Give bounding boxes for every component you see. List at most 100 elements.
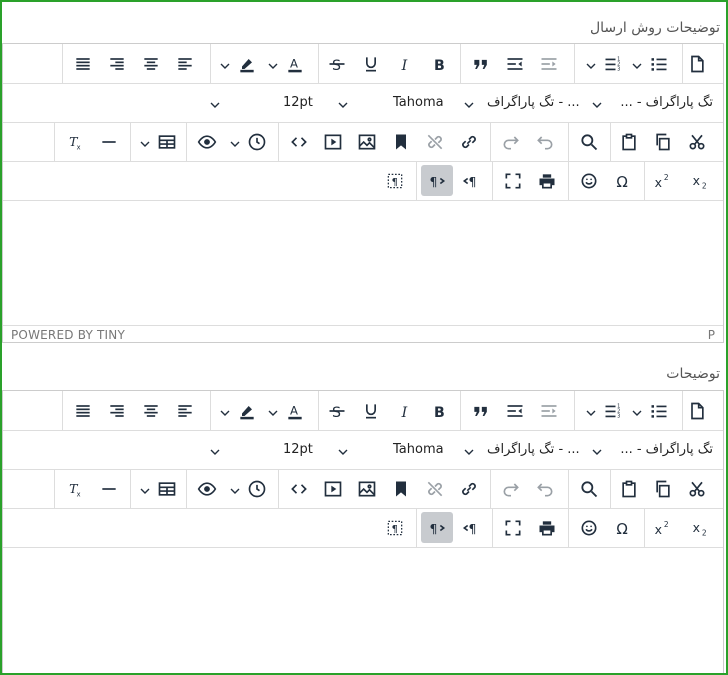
numbered-list-dropdown[interactable] <box>631 57 643 69</box>
insert-image-button[interactable] <box>351 126 383 157</box>
text-color-dropdown[interactable] <box>267 57 279 69</box>
datetime-dropdown[interactable] <box>229 135 241 147</box>
outdent-button[interactable] <box>533 48 565 79</box>
source-code-button[interactable] <box>283 473 315 504</box>
bullet-list-dropdown[interactable] <box>585 57 597 69</box>
paragraph-format-select[interactable]: تگ پاراگراف - ... <box>603 430 713 469</box>
highlight-color-button[interactable] <box>231 395 263 426</box>
table-button[interactable] <box>151 473 183 504</box>
redo-button[interactable] <box>495 126 527 157</box>
font-size-dropdown[interactable] <box>337 96 349 108</box>
horizontal-line-button[interactable] <box>93 126 125 157</box>
bold-button[interactable]: B <box>423 48 455 79</box>
copy-button[interactable] <box>647 473 679 504</box>
cut-button[interactable] <box>681 473 713 504</box>
insert-datetime-button[interactable] <box>241 126 273 157</box>
link-button[interactable] <box>453 126 485 157</box>
undo-button[interactable] <box>529 473 561 504</box>
show-blocks-button[interactable]: ¶ <box>379 512 411 543</box>
italic-button[interactable]: I <box>389 48 421 79</box>
insert-media-button[interactable] <box>317 126 349 157</box>
search-replace-button[interactable] <box>573 473 605 504</box>
rtl-direction-button[interactable]: ¶ <box>455 512 487 543</box>
editor-content-area[interactable] <box>3 548 723 673</box>
element-path[interactable]: P <box>708 328 715 342</box>
text-color-button[interactable]: A <box>279 395 311 426</box>
subscript-button[interactable]: x2 <box>685 165 717 196</box>
rtl-direction-button[interactable]: ¶ <box>455 165 487 196</box>
source-code-button[interactable] <box>283 126 315 157</box>
placeholder-select[interactable]: تگ پاراگراف - ... <box>487 83 580 122</box>
paste-button[interactable] <box>613 126 645 157</box>
align-center-button[interactable] <box>135 48 167 79</box>
underline-button[interactable] <box>355 48 387 79</box>
show-blocks-button[interactable]: ¶ <box>379 165 411 196</box>
align-right-button[interactable] <box>101 395 133 426</box>
format-dropdown[interactable] <box>209 96 221 108</box>
link-button[interactable] <box>453 473 485 504</box>
horizontal-line-button[interactable] <box>93 473 125 504</box>
print-button[interactable] <box>531 165 563 196</box>
font-family-dropdown[interactable] <box>463 96 475 108</box>
preview-button[interactable] <box>191 126 223 157</box>
cut-button[interactable] <box>681 126 713 157</box>
datetime-dropdown[interactable] <box>229 482 241 494</box>
new-document-button[interactable] <box>681 395 713 426</box>
bullet-list-button[interactable] <box>643 395 675 426</box>
font-size-select[interactable]: 12pt <box>283 83 323 122</box>
indent-button[interactable] <box>499 395 531 426</box>
text-color-button[interactable]: A <box>279 48 311 79</box>
numbered-list-dropdown[interactable] <box>631 404 643 416</box>
align-center-button[interactable] <box>135 395 167 426</box>
emoticons-button[interactable] <box>573 512 605 543</box>
bold-button[interactable]: B <box>423 395 455 426</box>
numbered-list-button[interactable]: 123 <box>597 48 629 79</box>
blockquote-button[interactable] <box>465 395 497 426</box>
table-button[interactable] <box>151 126 183 157</box>
emoticons-button[interactable] <box>573 165 605 196</box>
font-family-select[interactable]: Tahoma <box>393 83 453 122</box>
search-replace-button[interactable] <box>573 126 605 157</box>
font-family-select[interactable]: Tahoma <box>393 430 453 469</box>
insert-image-button[interactable] <box>351 473 383 504</box>
unlink-button[interactable] <box>419 473 451 504</box>
outdent-button[interactable] <box>533 395 565 426</box>
insert-media-button[interactable] <box>317 473 349 504</box>
undo-button[interactable] <box>529 126 561 157</box>
font-size-dropdown[interactable] <box>337 443 349 455</box>
copy-button[interactable] <box>647 126 679 157</box>
print-button[interactable] <box>531 512 563 543</box>
bullet-list-button[interactable] <box>643 48 675 79</box>
strikethrough-button[interactable]: S <box>321 395 353 426</box>
paragraph-format-select[interactable]: تگ پاراگراف - ... <box>603 83 713 122</box>
superscript-button[interactable]: x2 <box>647 165 679 196</box>
highlight-color-dropdown[interactable] <box>219 57 231 69</box>
paste-button[interactable] <box>613 473 645 504</box>
bullet-list-dropdown[interactable] <box>585 404 597 416</box>
italic-button[interactable]: I <box>389 395 421 426</box>
align-justify-button[interactable] <box>67 48 99 79</box>
align-justify-button[interactable] <box>67 395 99 426</box>
special-character-button[interactable]: Ω <box>607 165 639 196</box>
ltr-direction-button[interactable]: ¶ <box>421 512 453 543</box>
redo-button[interactable] <box>495 473 527 504</box>
bookmark-button[interactable] <box>385 126 417 157</box>
insert-datetime-button[interactable] <box>241 473 273 504</box>
highlight-color-button[interactable] <box>231 48 263 79</box>
format-dropdown[interactable] <box>209 443 221 455</box>
paragraph-format-dropdown[interactable] <box>591 96 603 108</box>
font-size-select[interactable]: 12pt <box>283 430 323 469</box>
paragraph-format-dropdown[interactable] <box>591 443 603 455</box>
align-right-button[interactable] <box>101 48 133 79</box>
align-left-button[interactable] <box>169 395 201 426</box>
superscript-button[interactable]: x2 <box>647 512 679 543</box>
table-dropdown[interactable] <box>139 482 151 494</box>
fullscreen-button[interactable] <box>497 165 529 196</box>
align-left-button[interactable] <box>169 48 201 79</box>
clear-formatting-button[interactable]: Tx <box>59 473 91 504</box>
clear-formatting-button[interactable]: Tx <box>59 126 91 157</box>
editor-content-area[interactable] <box>3 201 723 325</box>
subscript-button[interactable]: x2 <box>685 512 717 543</box>
special-character-button[interactable]: Ω <box>607 512 639 543</box>
strikethrough-button[interactable]: S <box>321 48 353 79</box>
